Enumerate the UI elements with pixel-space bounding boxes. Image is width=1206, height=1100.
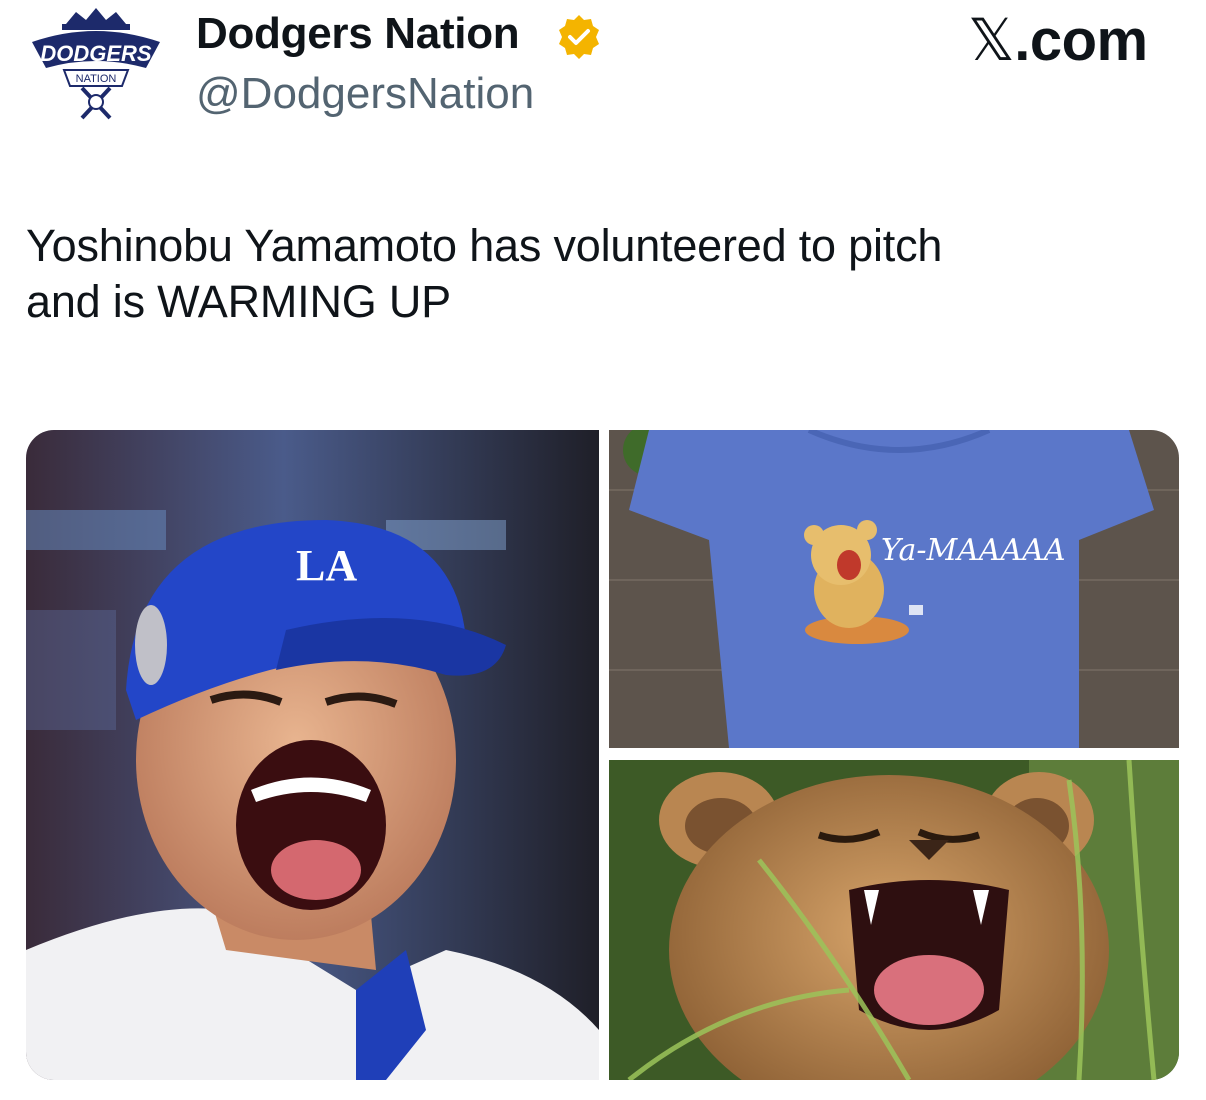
shirt-text: Ya-MAAAAA [881, 533, 1066, 568]
cap-logo: LA [296, 541, 357, 590]
tweet-text: Yoshinobu Yamamoto has volunteered to pi… [26, 218, 1176, 330]
verified-badge-icon [554, 12, 604, 62]
avatar-wordmark: DODGERS [40, 41, 152, 66]
author-handle[interactable]: @DodgersNation [196, 68, 534, 120]
x-brand[interactable]: 𝕏.com [968, 8, 1148, 73]
tweet-media-grid: LA Ya-MAAAAA [26, 430, 1179, 1080]
media-photo-pitcher[interactable]: LA [26, 430, 599, 1080]
dodgers-nation-logo-icon: DODGERS NATION [32, 8, 160, 120]
tweet-text-line-2: and is WARMING UP [26, 276, 452, 327]
author-name[interactable]: Dodgers Nation [196, 8, 520, 60]
media-photo-tshirt[interactable]: Ya-MAAAAA [609, 430, 1179, 748]
avatar-subword: NATION [76, 73, 117, 85]
tweet-text-line-1: Yoshinobu Yamamoto has volunteered to pi… [26, 220, 943, 271]
media-photo-lion-cub[interactable] [609, 760, 1179, 1080]
profile-avatar[interactable]: DODGERS NATION [26, 6, 166, 124]
brand-suffix: .com [1014, 8, 1148, 73]
x-logo-icon: 𝕏 [968, 6, 1015, 74]
